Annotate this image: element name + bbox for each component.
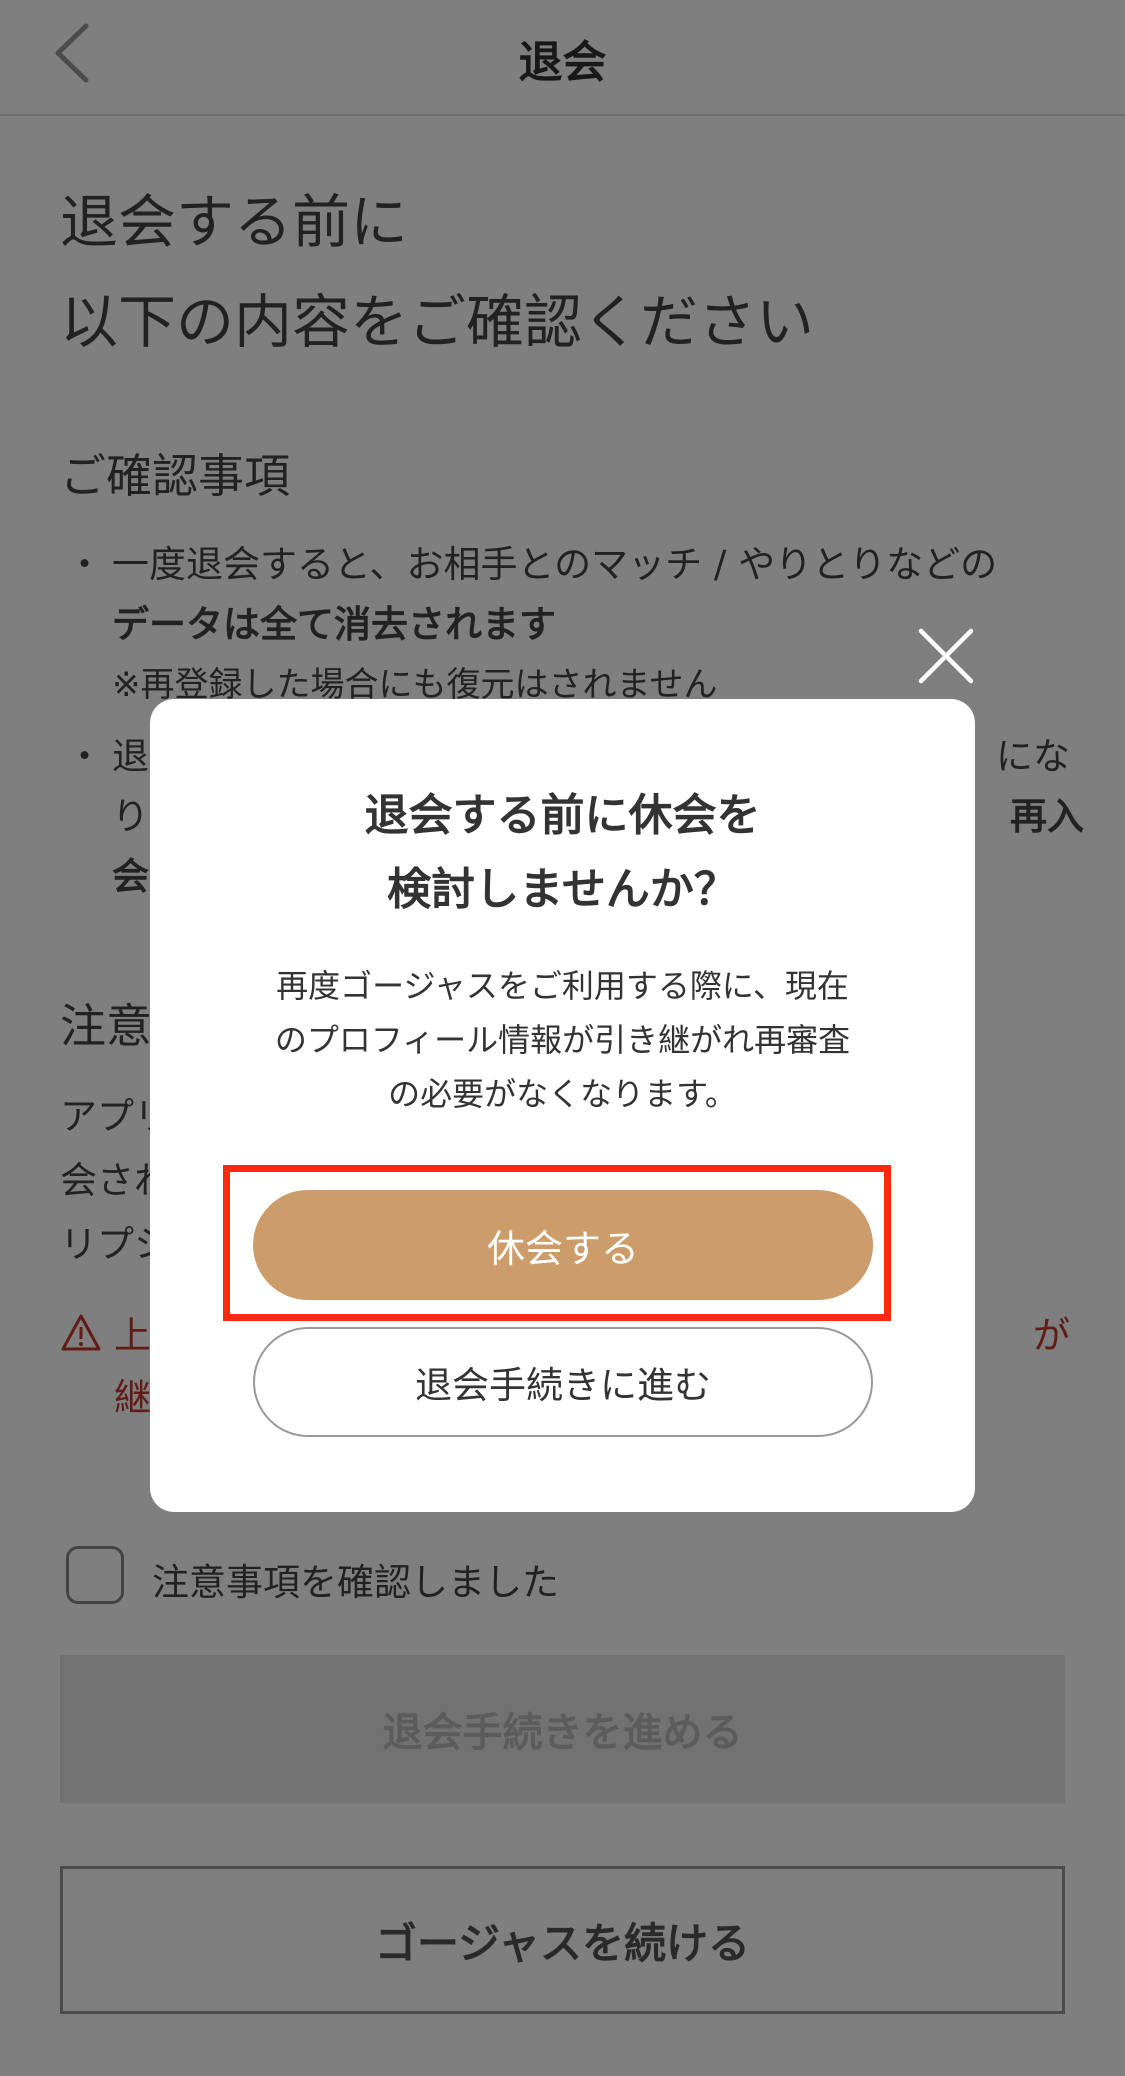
close-button[interactable] [915, 625, 977, 687]
modal-title-line-2: 検討しませんか？ [387, 864, 738, 915]
suspend-button[interactable]: 休会する [253, 1190, 873, 1300]
modal-title-line-1: 退会する前に休会を [364, 790, 761, 841]
close-icon [918, 628, 974, 684]
modal-desc-line-2: のプロフィール情報が引き継がれ再審査 [274, 1021, 851, 1059]
withdraw-proceed-button[interactable]: 退会手続きに進む [253, 1327, 873, 1437]
modal-desc-line-3: の必要がなくなります。 [388, 1075, 737, 1113]
modal-title: 退会する前に休会を 検討しませんか？ [150, 779, 975, 927]
suspend-modal: 退会する前に休会を 検討しませんか？ 再度ゴージャスをご利用する際に、現在 のプ… [150, 699, 975, 1512]
modal-description: 再度ゴージャスをご利用する際に、現在 のプロフィール情報が引き継がれ再審査 の必… [240, 959, 885, 1121]
modal-desc-line-1: 再度ゴージャスをご利用する際に、現在 [276, 967, 849, 1005]
